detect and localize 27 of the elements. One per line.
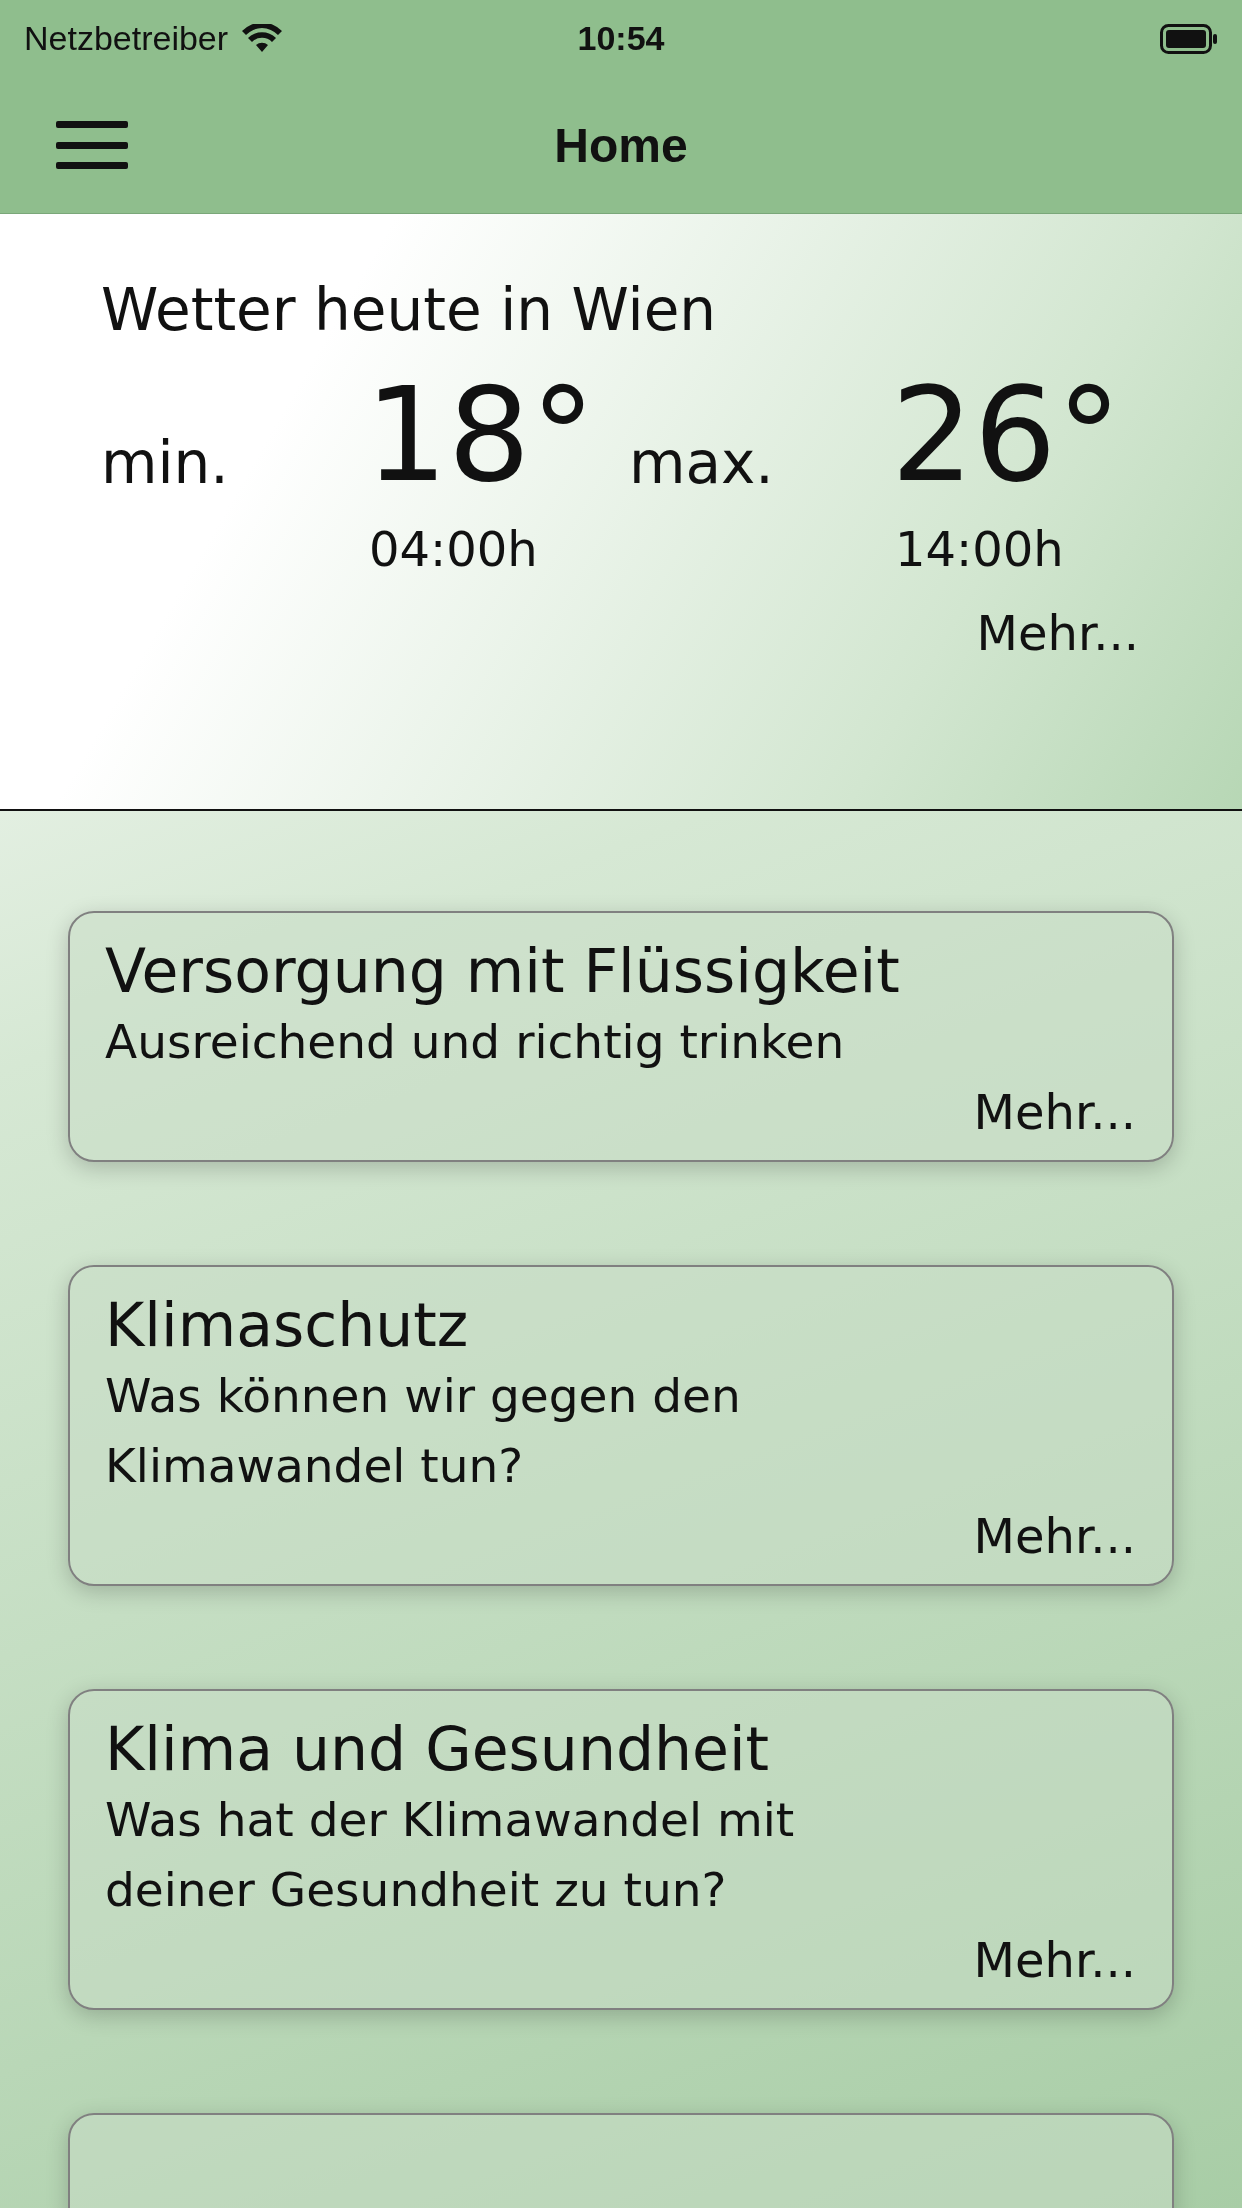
page-title: Home bbox=[554, 117, 688, 173]
min-label: min. bbox=[101, 429, 229, 497]
min-temperature: 18° bbox=[365, 364, 596, 507]
topic-card[interactable]: Klima und Gesundheit Was hat der Klimawandel mit deiner Gesundheit zu tun? Mehr... bbox=[68, 1688, 1174, 2010]
more-link[interactable]: Mehr... bbox=[973, 1931, 1136, 1988]
battery-icon bbox=[1160, 23, 1218, 54]
topic-card[interactable]: Versorgung mit Flüssigkeit Ausreichend und richtig trinken Mehr... bbox=[68, 911, 1174, 1162]
min-time: 04:00h bbox=[369, 521, 538, 577]
card-title: Klimaschutz bbox=[105, 1288, 470, 1361]
weather-title: Wetter heute in Wien bbox=[101, 276, 717, 344]
card-subtitle: Was hat der Klimawandel mit deiner Gesundheit zu tun? bbox=[105, 1790, 796, 1919]
max-label: max. bbox=[629, 429, 774, 497]
max-time: 14:00h bbox=[895, 521, 1064, 577]
card-title: Klima und Gesundheit bbox=[105, 1712, 771, 1785]
topic-card[interactable] bbox=[68, 2112, 1174, 2208]
menu-icon[interactable] bbox=[56, 121, 128, 169]
card-subtitle: Ausreichend und richtig trinken bbox=[105, 1013, 846, 1071]
carrier-name: Netzbetreiber bbox=[24, 19, 229, 58]
wifi-icon bbox=[242, 23, 283, 54]
topic-card[interactable]: Klimaschutz Was können wir gegen den Klimawandel tun? Mehr... bbox=[68, 1264, 1174, 1586]
more-link[interactable]: Mehr... bbox=[973, 1507, 1136, 1564]
card-subtitle: Was können wir gegen den Klimawandel tun? bbox=[105, 1366, 742, 1495]
more-link[interactable]: Mehr... bbox=[973, 1083, 1136, 1140]
more-link[interactable]: Mehr... bbox=[976, 605, 1139, 661]
card-title: Versorgung mit Flüssigkeit bbox=[105, 935, 901, 1007]
clock-time: 10:54 bbox=[577, 19, 665, 58]
max-temperature: 26° bbox=[891, 364, 1122, 507]
